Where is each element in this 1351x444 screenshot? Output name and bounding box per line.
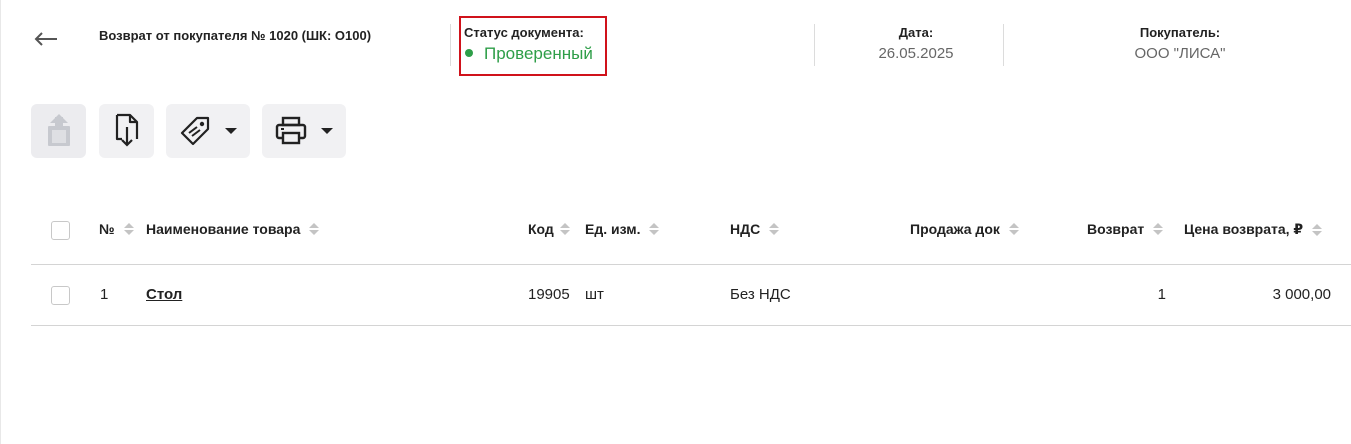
row-unit: шт (585, 286, 604, 303)
row-return-qty: 1 (1157, 286, 1166, 303)
table-header-divider (31, 264, 1351, 265)
column-header-vat[interactable]: НДС (730, 221, 780, 237)
row-checkbox[interactable] (51, 286, 70, 305)
column-header-label: Цена возврата, ₽ (1184, 221, 1304, 237)
file-download-icon (115, 113, 138, 147)
buyer-value: ООО "ЛИСА" (1134, 45, 1226, 62)
document-title: Возврат от покупателя № 1020 (ШК: O100) (99, 28, 372, 43)
sort-icon[interactable] (649, 223, 660, 235)
column-header-label: Ед. изм. (585, 221, 641, 237)
select-all-checkbox[interactable] (51, 221, 70, 240)
date-label: Дата: (898, 25, 934, 40)
price-tag-icon (180, 116, 210, 146)
column-header-label: Наименование товара (146, 221, 301, 237)
price-tag-dropdown-button[interactable] (166, 104, 250, 158)
sort-icon[interactable] (559, 223, 570, 235)
row-code: 19905 (528, 286, 570, 303)
table-row-divider (31, 325, 1351, 326)
sort-icon[interactable] (1312, 223, 1323, 236)
header-divider (450, 24, 451, 66)
printer-icon (275, 116, 307, 145)
row-vat: Без НДС (730, 286, 791, 303)
download-document-button[interactable] (99, 104, 154, 158)
export-button (31, 104, 86, 158)
chevron-down-icon (225, 128, 237, 134)
column-header-unit[interactable]: Ед. изм. (585, 221, 660, 237)
column-header-label: Возврат (1087, 221, 1145, 237)
header-divider (1003, 24, 1004, 66)
sort-icon[interactable] (309, 223, 320, 235)
product-name-link[interactable]: Стол (146, 286, 182, 303)
back-arrow-icon[interactable] (33, 28, 59, 50)
column-header-return[interactable]: Возврат (1087, 221, 1164, 237)
row-number: 1 (100, 286, 109, 303)
column-header-name[interactable]: Наименование товара (146, 221, 320, 237)
panel-left-border (0, 0, 1, 444)
status-label: Статус документа: (464, 25, 584, 40)
column-header-label: Код (528, 221, 554, 237)
status-dot-icon (465, 49, 473, 57)
sort-icon[interactable] (1008, 223, 1019, 235)
column-header-sale-doc[interactable]: Продажа док (910, 221, 1019, 237)
sort-icon[interactable] (123, 223, 134, 235)
sort-icon[interactable] (1153, 223, 1164, 235)
column-header-label: № (99, 221, 115, 237)
column-header-label: Продажа док (910, 221, 1000, 237)
sort-icon[interactable] (769, 223, 780, 235)
chevron-down-icon (321, 128, 333, 134)
status-value: Проверенный (484, 44, 593, 63)
column-header-label: НДС (730, 221, 761, 237)
column-header-return-price[interactable]: Цена возврата, ₽ (1184, 221, 1323, 238)
export-icon (47, 114, 70, 146)
column-header-number[interactable]: № (99, 221, 134, 237)
date-value: 26.05.2025 (878, 45, 954, 62)
column-header-code[interactable]: Код (528, 221, 570, 237)
header-divider (814, 24, 815, 66)
buyer-label: Покупатель: (1139, 25, 1221, 40)
print-dropdown-button[interactable] (262, 104, 346, 158)
row-return-price: 3 000,00 (1272, 286, 1331, 303)
